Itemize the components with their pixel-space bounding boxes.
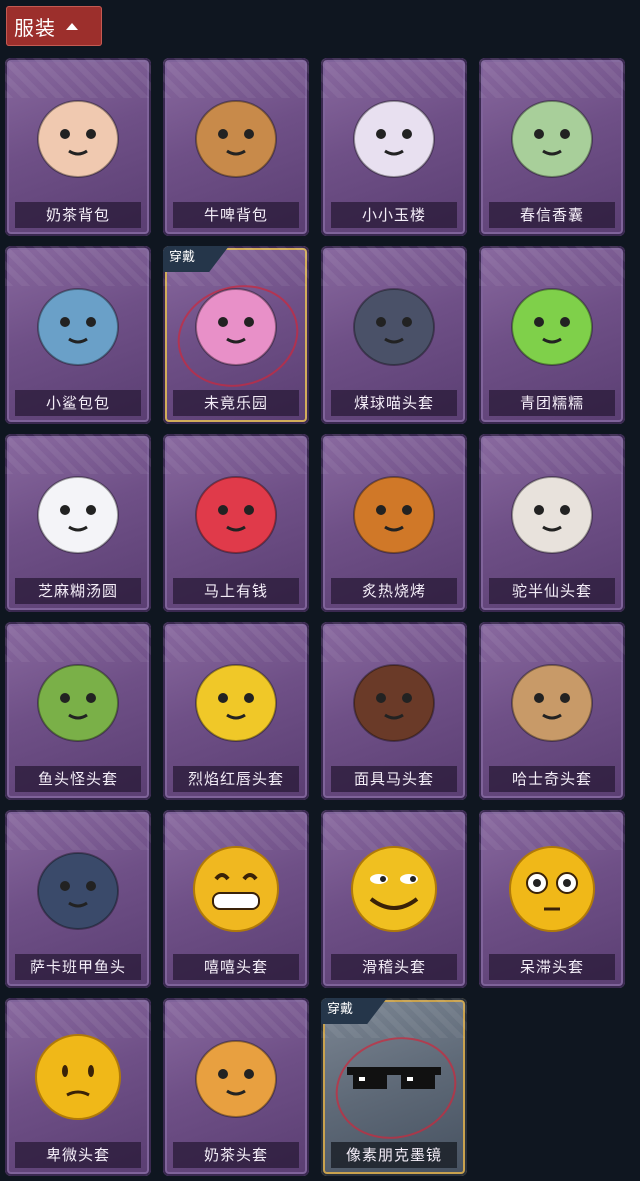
costume-label: 青团糯糯: [489, 390, 615, 416]
yellow-mask-head-icon: [163, 634, 309, 762]
costume-card[interactable]: 卑微头套: [5, 998, 151, 1176]
funny-emoji-head-icon: [321, 822, 467, 950]
costume-card[interactable]: 驼半仙头套: [479, 434, 625, 612]
sesame-dumpling-icon: [5, 446, 151, 574]
green-rice-ball-icon: [479, 258, 625, 386]
horse-mask-icon: [321, 634, 467, 762]
costume-card[interactable]: 鱼头怪头套: [5, 622, 151, 800]
costume-label: 嘻嘻头套: [173, 954, 299, 980]
milk-tea-head-icon: [163, 1010, 309, 1138]
costume-label: 鱼头怪头套: [15, 766, 141, 792]
costume-label: 煤球喵头套: [331, 390, 457, 416]
dazed-emoji-head-icon: [479, 822, 625, 950]
costume-card[interactable]: 牛啤背包: [163, 58, 309, 236]
costume-label: 奶茶头套: [173, 1142, 299, 1168]
costume-label: 春信香囊: [489, 202, 615, 228]
costume-label: 烈焰红唇头套: [173, 766, 299, 792]
costume-label: 像素朋克墨镜: [331, 1142, 457, 1168]
costume-label: 滑稽头套: [331, 954, 457, 980]
costume-section-header[interactable]: 服装: [6, 6, 102, 46]
milk-tea-backpack-icon: [5, 70, 151, 198]
grilled-meat-head-icon: [321, 446, 467, 574]
costume-card[interactable]: 小小玉楼: [321, 58, 467, 236]
coal-cat-head-icon: [321, 258, 467, 386]
costume-label: 奶茶背包: [15, 202, 141, 228]
costume-card[interactable]: 春信香囊: [479, 58, 625, 236]
spring-sachet-icon: [479, 70, 625, 198]
costume-card[interactable]: 穿戴 未竟乐园: [163, 246, 309, 424]
costume-card[interactable]: 奶茶背包: [5, 58, 151, 236]
grin-emoji-head-icon: [163, 822, 309, 950]
costume-label: 马上有钱: [173, 578, 299, 604]
costume-card[interactable]: 马上有钱: [163, 434, 309, 612]
costume-card[interactable]: 煤球喵头套: [321, 246, 467, 424]
costume-label: 小小玉楼: [331, 202, 457, 228]
costume-card[interactable]: 芝麻糊汤圆: [5, 434, 151, 612]
shark-bag-icon: [5, 258, 151, 386]
collapse-arrow-icon: [66, 22, 78, 30]
costume-card[interactable]: 炙热烧烤: [321, 434, 467, 612]
costume-label: 面具马头套: [331, 766, 457, 792]
costume-label: 驼半仙头套: [489, 578, 615, 604]
costume-card[interactable]: 小鲨包包: [5, 246, 151, 424]
costume-label: 小鲨包包: [15, 390, 141, 416]
costume-label: 萨卡班甲鱼头: [15, 954, 141, 980]
pixel-sunglasses-icon: [321, 1010, 467, 1138]
costume-card[interactable]: 哈士奇头套: [479, 622, 625, 800]
costume-label: 炙热烧烤: [331, 578, 457, 604]
costume-card[interactable]: 穿戴 像素朋克墨镜: [321, 998, 467, 1176]
costume-label: 芝麻糊汤圆: [15, 578, 141, 604]
costume-card[interactable]: 奶茶头套: [163, 998, 309, 1176]
sacabambaspis-head-icon: [5, 822, 151, 950]
costume-label: 牛啤背包: [173, 202, 299, 228]
costume-label: 呆滞头套: [489, 954, 615, 980]
costume-card[interactable]: 面具马头套: [321, 622, 467, 800]
red-horse-head-icon: [163, 446, 309, 574]
costume-card[interactable]: 滑稽头套: [321, 810, 467, 988]
costume-card[interactable]: 烈焰红唇头套: [163, 622, 309, 800]
costume-label: 未竟乐园: [173, 390, 299, 416]
husky-head-icon: [479, 634, 625, 762]
costume-card[interactable]: 萨卡班甲鱼头: [5, 810, 151, 988]
beer-cow-backpack-icon: [163, 70, 309, 198]
costume-card[interactable]: 嘻嘻头套: [163, 810, 309, 988]
small-jade-tower-icon: [321, 70, 467, 198]
humble-emoji-head-icon: [5, 1010, 151, 1138]
costume-card[interactable]: 青团糯糯: [479, 246, 625, 424]
costume-label: 哈士奇头套: [489, 766, 615, 792]
costume-label: 卑微头套: [15, 1142, 141, 1168]
alpaca-head-icon: [479, 446, 625, 574]
section-title: 服装: [14, 15, 56, 40]
fish-head-icon: [5, 634, 151, 762]
unfinished-paradise-icon: [163, 258, 309, 386]
costume-card[interactable]: 呆滞头套: [479, 810, 625, 988]
